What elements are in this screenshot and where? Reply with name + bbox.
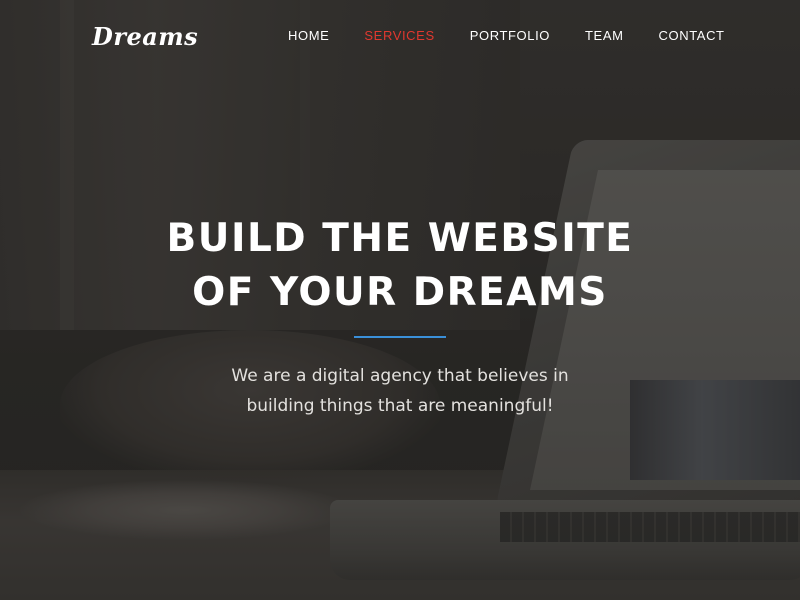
- hero-section: Dreams HOME SERVICES PORTFOLIO TEAM CONT…: [0, 0, 800, 600]
- hero-tagline: We are a digital agency that believes in…: [0, 361, 800, 421]
- hero-title-line: BUILD THE WEBSITE: [166, 216, 634, 261]
- nav-item-team[interactable]: TEAM: [585, 28, 624, 43]
- nav-item-contact[interactable]: CONTACT: [659, 28, 725, 43]
- main-nav: HOME SERVICES PORTFOLIO TEAM CONTACT: [288, 28, 725, 43]
- tagline-line: We are a digital agency that believes in: [231, 366, 569, 386]
- nav-item-services[interactable]: SERVICES: [364, 28, 434, 43]
- title-divider: [354, 336, 446, 338]
- nav-item-portfolio[interactable]: PORTFOLIO: [470, 28, 550, 43]
- tagline-line: building things that are meaningful!: [246, 396, 554, 416]
- hero-title: BUILD THE WEBSITE OF YOUR DREAMS: [0, 212, 800, 320]
- nav-item-home[interactable]: HOME: [288, 28, 329, 43]
- hero-title-line: OF YOUR DREAMS: [192, 270, 608, 315]
- site-logo[interactable]: Dreams: [92, 22, 198, 51]
